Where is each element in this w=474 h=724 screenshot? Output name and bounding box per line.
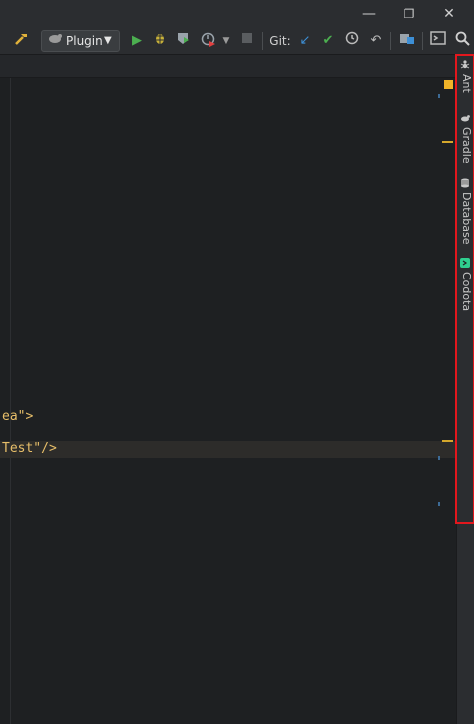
code-line[interactable]: Test"/> (2, 441, 57, 457)
gradle-icon (460, 113, 472, 123)
scroll-marker (442, 440, 453, 442)
editor-tab-strip (0, 55, 456, 78)
inspection-status-icon[interactable] (444, 80, 453, 89)
codota-icon (459, 258, 472, 268)
right-tool-window-bar: Ant Gradle Database Codota (456, 55, 474, 724)
stop-icon[interactable] (238, 31, 256, 51)
code-editor[interactable] (0, 78, 456, 724)
run-config-label: Plugin (66, 34, 103, 48)
tool-window-database[interactable]: Database (460, 178, 473, 245)
run-icon[interactable]: ▶ (128, 31, 146, 51)
main-toolbar: Plugin ▼ ▶ ▼ Git: ↙ ✔ ↶ (0, 28, 474, 55)
git-label: Git: (269, 34, 291, 48)
scroll-marker (442, 141, 453, 143)
code-line-text: Test"/> (2, 441, 57, 456)
rollback-icon[interactable]: ↶ (367, 31, 385, 51)
scroll-marker (438, 456, 440, 460)
build-icon[interactable] (12, 31, 32, 51)
debug-icon[interactable] (151, 31, 169, 51)
tool-window-ant[interactable]: Ant (460, 60, 473, 93)
close-button[interactable]: ✕ (437, 4, 461, 24)
search-icon[interactable] (452, 31, 472, 51)
git-update-icon[interactable]: ↙ (296, 31, 314, 51)
tool-window-label: Database (460, 192, 473, 245)
tool-window-label: Gradle (460, 127, 473, 164)
git-commit-icon[interactable]: ✔ (319, 31, 337, 51)
project-structure-icon[interactable] (397, 31, 417, 51)
run-config-icon (47, 31, 63, 51)
restore-button[interactable]: ❐ (397, 4, 421, 24)
chevron-down-icon: ▼ (104, 35, 112, 46)
coverage-icon[interactable] (174, 31, 192, 51)
minimize-button[interactable]: — (357, 4, 381, 24)
history-icon[interactable] (343, 31, 361, 51)
code-line-text: ea"> (2, 409, 34, 424)
scroll-marker (438, 502, 440, 506)
tool-window-label: Codota (460, 272, 473, 312)
toolbar-separator (390, 32, 391, 50)
tool-window-gradle[interactable]: Gradle (460, 113, 473, 164)
toolbar-separator (262, 32, 263, 50)
tool-window-codota[interactable]: Codota (459, 258, 473, 312)
code-line[interactable]: ea"> (2, 409, 33, 425)
run-config-dropdown[interactable]: Plugin ▼ (41, 30, 120, 52)
terminal-icon[interactable] (428, 31, 448, 51)
chevron-down-icon[interactable]: ▼ (220, 31, 232, 51)
editor-gutter-divider (10, 78, 11, 724)
database-icon (460, 178, 472, 188)
scroll-marker (438, 94, 440, 98)
toolbar-separator (422, 32, 423, 50)
ant-icon (460, 60, 472, 70)
profile-icon[interactable] (199, 31, 217, 51)
current-line-highlight (0, 441, 456, 458)
title-bar: — ❐ ✕ (0, 0, 474, 28)
tool-window-label: Ant (460, 74, 473, 93)
